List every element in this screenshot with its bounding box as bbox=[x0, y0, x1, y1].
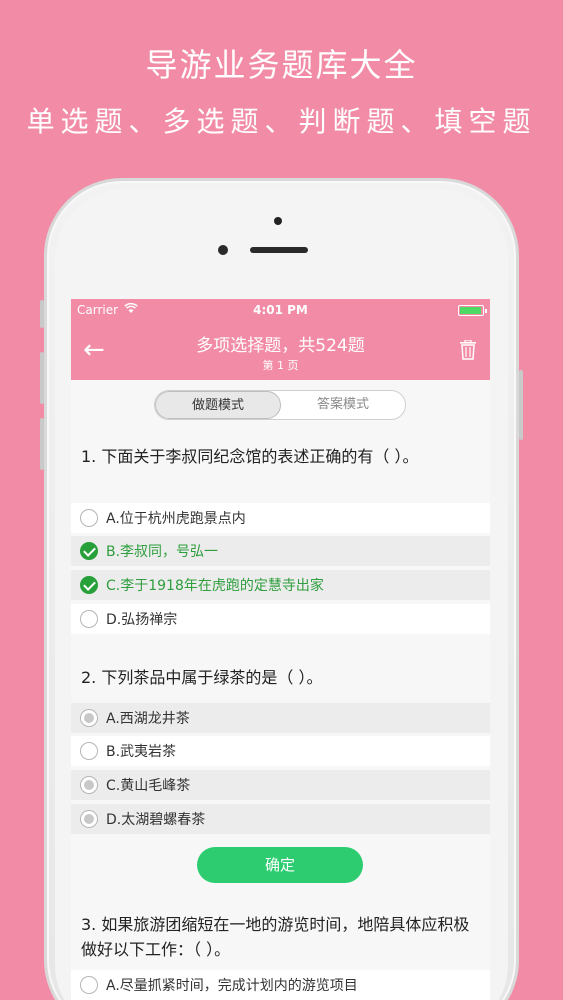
status-time: 4:01 PM bbox=[253, 303, 308, 317]
option-row[interactable]: D.太湖碧螺春茶 bbox=[71, 804, 490, 834]
navigation-bar: Carrier 4:01 PM ← 多项选择题，共524题 第 1 页 bbox=[71, 299, 490, 380]
battery-icon bbox=[458, 305, 487, 316]
option-row[interactable]: B.李叔同，号弘一 bbox=[71, 536, 490, 566]
option-label: C.黄山毛峰茶 bbox=[106, 778, 191, 794]
question-text: 1. 下面关于李叔同纪念馆的表述正确的有（ ）。 bbox=[81, 447, 419, 466]
option-label: D.弘扬禅宗 bbox=[106, 612, 178, 628]
page-title: 多项选择题，共524题 bbox=[196, 336, 365, 356]
tab-answer-mode[interactable]: 答案模式 bbox=[281, 391, 405, 419]
radio-unchecked-icon bbox=[80, 742, 98, 760]
option-row[interactable]: A.尽量抓紧时间，完成计划内的游览项目 bbox=[71, 970, 490, 1000]
option-label: A.西湖龙井茶 bbox=[106, 711, 190, 727]
radio-selected-icon bbox=[80, 709, 98, 727]
option-row[interactable]: C.黄山毛峰茶 bbox=[71, 770, 490, 800]
option-label: B.李叔同，号弘一 bbox=[106, 544, 219, 560]
radio-unchecked-icon bbox=[80, 976, 98, 994]
front-camera bbox=[218, 245, 228, 255]
option-label: B.武夷岩茶 bbox=[106, 744, 177, 760]
promo-title: 导游业务题库大全 bbox=[145, 46, 418, 84]
phone-power-button bbox=[519, 370, 523, 440]
option-row[interactable]: D.弘扬禅宗 bbox=[71, 604, 490, 634]
proximity-sensor bbox=[274, 217, 282, 225]
radio-selected-icon bbox=[80, 810, 98, 828]
checkmark-icon bbox=[80, 576, 98, 594]
app-screen: Carrier 4:01 PM ← 多项选择题，共524题 第 1 页 做题模式… bbox=[71, 299, 490, 1000]
question-text: 2. 下列茶品中属于绿茶的是（ ）。 bbox=[81, 668, 323, 687]
radio-unchecked-icon bbox=[80, 509, 98, 527]
option-label: A.位于杭州虎跑景点内 bbox=[106, 511, 246, 527]
option-row[interactable]: A.位于杭州虎跑景点内 bbox=[71, 503, 490, 533]
trash-icon[interactable] bbox=[460, 340, 476, 360]
radio-unchecked-icon bbox=[80, 610, 98, 628]
mode-segmented-control: 做题模式 答案模式 bbox=[154, 390, 406, 420]
option-label: C.李于1918年在虎跑的定慧寺出家 bbox=[106, 578, 324, 594]
earpiece-speaker bbox=[250, 247, 308, 253]
question-text: 3. 如果旅游团缩短在一地的游览时间，地陪具体应积极做好以下工作：（ ）。 bbox=[81, 915, 470, 959]
option-row[interactable]: B.武夷岩茶 bbox=[71, 736, 490, 766]
option-row[interactable]: C.李于1918年在虎跑的定慧寺出家 bbox=[71, 570, 490, 600]
promo-subtitle: 单选题、多选题、判断题、填空题 bbox=[26, 105, 537, 138]
option-label: A.尽量抓紧时间，完成计划内的游览项目 bbox=[106, 978, 358, 994]
option-label: D.太湖碧螺春茶 bbox=[106, 812, 206, 828]
status-bar: Carrier 4:01 PM bbox=[71, 299, 490, 321]
checkmark-icon bbox=[80, 542, 98, 560]
tab-practice-mode[interactable]: 做题模式 bbox=[155, 391, 281, 419]
page-number: 第 1 页 bbox=[262, 359, 299, 372]
radio-selected-icon bbox=[80, 776, 98, 794]
option-row[interactable]: A.西湖龙井茶 bbox=[71, 703, 490, 733]
confirm-button[interactable]: 确定 bbox=[197, 847, 363, 883]
